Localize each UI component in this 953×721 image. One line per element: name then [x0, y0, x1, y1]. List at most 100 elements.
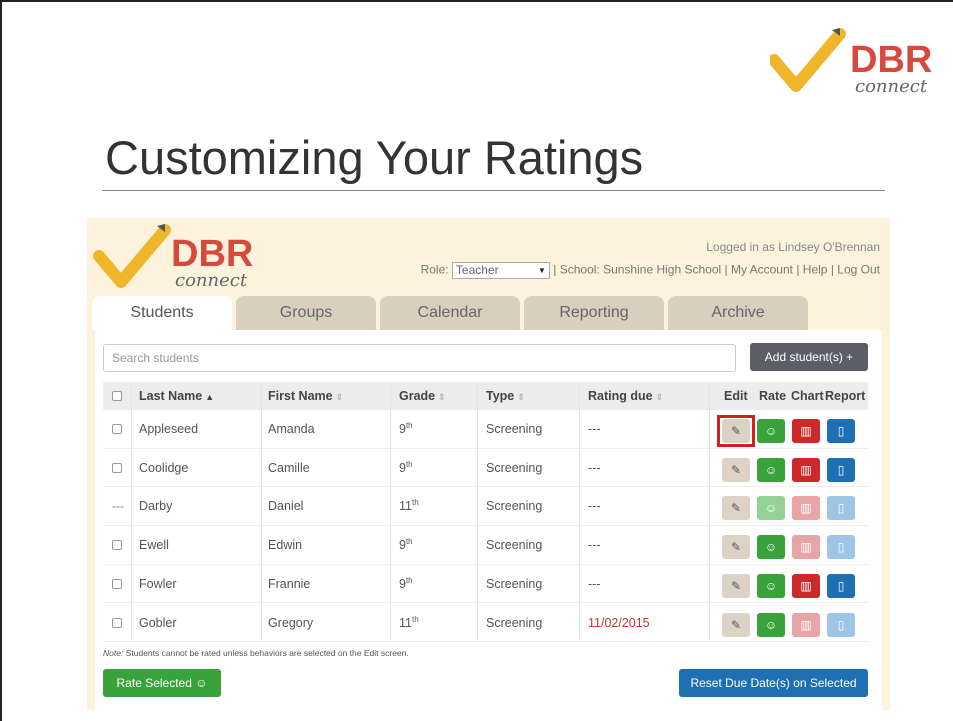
bar-chart-icon: ▥ — [800, 462, 812, 477]
column-last-name[interactable]: Last Name ▲ — [139, 382, 214, 410]
tab-students[interactable]: Students — [92, 296, 232, 330]
last-name-cell[interactable]: Gobler — [139, 604, 177, 642]
edit-button-highlight — [717, 415, 755, 447]
first-name-cell: Daniel — [268, 499, 304, 514]
first-name-cell: Frannie — [268, 576, 311, 591]
column-rating-due[interactable]: Rating due ⇕ — [588, 382, 663, 410]
chart-button[interactable]: ▥ — [792, 457, 820, 482]
rate-selected-button[interactable]: Rate Selected ☺ — [103, 669, 221, 697]
rate-button[interactable]: ☺ — [757, 573, 785, 598]
column-edit: Edit — [724, 389, 748, 403]
tab-groups[interactable]: Groups — [236, 296, 376, 330]
students-panel: Search students Add student(s) + Last Na… — [95, 330, 882, 710]
header-links: Role: Teacher ▼ | School: Sunshine High S… — [421, 262, 880, 279]
help-link[interactable]: Help — [803, 263, 828, 277]
slide-title: Customizing Your Ratings — [105, 131, 644, 184]
table-row: Gobler Gregory 11th Screening 11/02/2015… — [103, 604, 868, 643]
role-value: Teacher — [455, 263, 499, 277]
rate-button[interactable]: ☺ — [757, 535, 785, 560]
report-button[interactable]: ▯ — [827, 573, 855, 598]
report-button[interactable]: ▯ — [827, 457, 855, 482]
chart-button: ▥ — [792, 496, 820, 521]
edit-button[interactable]: ✎ — [722, 573, 750, 598]
rate-button[interactable]: ☺ — [757, 419, 785, 443]
first-name-cell: Edwin — [268, 538, 303, 553]
document-icon: ▯ — [837, 501, 845, 516]
chart-button[interactable]: ▥ — [792, 573, 820, 598]
edit-button[interactable]: ✎ — [722, 457, 750, 482]
chart-button[interactable]: ▥ — [792, 419, 820, 443]
document-icon: ▯ — [837, 462, 845, 477]
rate-button[interactable]: ☺ — [757, 457, 785, 482]
column-grade[interactable]: Grade ⇕ — [399, 382, 446, 410]
chart-button: ▥ — [792, 535, 820, 560]
rating-due-cell: --- — [588, 576, 601, 591]
select-all-checkbox[interactable] — [112, 391, 122, 401]
edit-button[interactable]: ✎ — [722, 496, 750, 521]
report-button: ▯ — [827, 535, 855, 560]
last-name-cell[interactable]: Coolidge — [139, 449, 188, 487]
rating-due-cell: --- — [588, 460, 601, 475]
edit-button[interactable]: ✎ — [722, 612, 750, 637]
title-divider — [102, 190, 885, 191]
smiley-icon: ☺ — [764, 578, 778, 593]
column-first-name[interactable]: First Name ⇕ — [268, 382, 343, 410]
column-type[interactable]: Type ⇕ — [486, 382, 525, 410]
bar-chart-icon: ▥ — [800, 578, 812, 593]
last-name-cell[interactable]: Fowler — [139, 565, 177, 603]
tab-reporting[interactable]: Reporting — [524, 296, 664, 330]
tab-archive[interactable]: Archive — [668, 296, 808, 330]
report-button[interactable]: ▯ — [827, 419, 855, 443]
chart-button: ▥ — [792, 612, 820, 637]
tab-calendar[interactable]: Calendar — [380, 296, 520, 330]
app-screenshot: DBR connect Logged in as Lindsey O'Brenn… — [87, 218, 890, 710]
grade-cell: 9th — [399, 459, 413, 475]
pencil-icon: ✎ — [730, 617, 742, 632]
row-checkbox[interactable] — [112, 540, 122, 551]
last-name-cell[interactable]: Ewell — [139, 526, 169, 564]
first-name-cell: Amanda — [268, 422, 315, 436]
rating-due-cell: 11/02/2015 — [588, 615, 650, 630]
row-checkbox[interactable] — [112, 578, 122, 589]
app-logo-text: DBR — [171, 233, 253, 275]
login-info: Logged in as Lindsey O'Brennan — [706, 240, 880, 254]
rate-button: ☺ — [757, 496, 785, 521]
reset-due-dates-button[interactable]: Reset Due Date(s) on Selected — [679, 669, 868, 697]
row-checkbox-placeholder: --- — [112, 499, 124, 514]
rating-due-cell: --- — [588, 422, 601, 436]
row-checkbox[interactable] — [112, 462, 122, 473]
bar-chart-icon: ▥ — [800, 540, 812, 555]
document-icon: ▯ — [837, 578, 845, 593]
first-name-cell: Camille — [268, 460, 310, 475]
document-icon: ▯ — [837, 424, 845, 438]
my-account-link[interactable]: My Account — [731, 263, 793, 277]
last-name-cell[interactable]: Darby — [139, 487, 172, 525]
report-button: ▯ — [827, 612, 855, 637]
type-cell: Screening — [486, 499, 543, 514]
logout-link[interactable]: Log Out — [837, 263, 880, 277]
edit-button[interactable]: ✎ — [722, 535, 750, 560]
add-student-button[interactable]: Add student(s) + — [750, 343, 868, 371]
grade-cell: 9th — [399, 536, 413, 553]
row-checkbox[interactable] — [112, 617, 122, 628]
table-header: Last Name ▲ First Name ⇕ Grade ⇕ Type ⇕ Rati… — [103, 382, 868, 410]
smiley-icon: ☺ — [764, 501, 778, 516]
app-logo[interactable]: DBR connect — [93, 222, 273, 292]
pencil-icon: ✎ — [730, 578, 742, 593]
bar-chart-icon: ▥ — [800, 501, 812, 516]
smiley-icon: ☺ — [764, 424, 778, 438]
slide-logo-subtext: connect — [855, 76, 928, 97]
pencil-icon: ✎ — [730, 540, 742, 555]
search-input[interactable]: Search students — [103, 344, 736, 372]
rating-due-cell: --- — [588, 538, 601, 553]
report-button: ▯ — [827, 496, 855, 521]
document-icon: ▯ — [837, 617, 845, 632]
app-logo-subtext: connect — [175, 270, 248, 291]
row-checkbox[interactable] — [112, 424, 122, 434]
rate-button[interactable]: ☺ — [757, 612, 785, 637]
first-name-cell: Gregory — [268, 615, 314, 630]
grade-cell: 9th — [399, 420, 413, 436]
last-name-cell[interactable]: Appleseed — [139, 410, 198, 448]
rating-due-cell: --- — [588, 499, 601, 514]
role-select[interactable]: Teacher ▼ — [451, 262, 550, 279]
